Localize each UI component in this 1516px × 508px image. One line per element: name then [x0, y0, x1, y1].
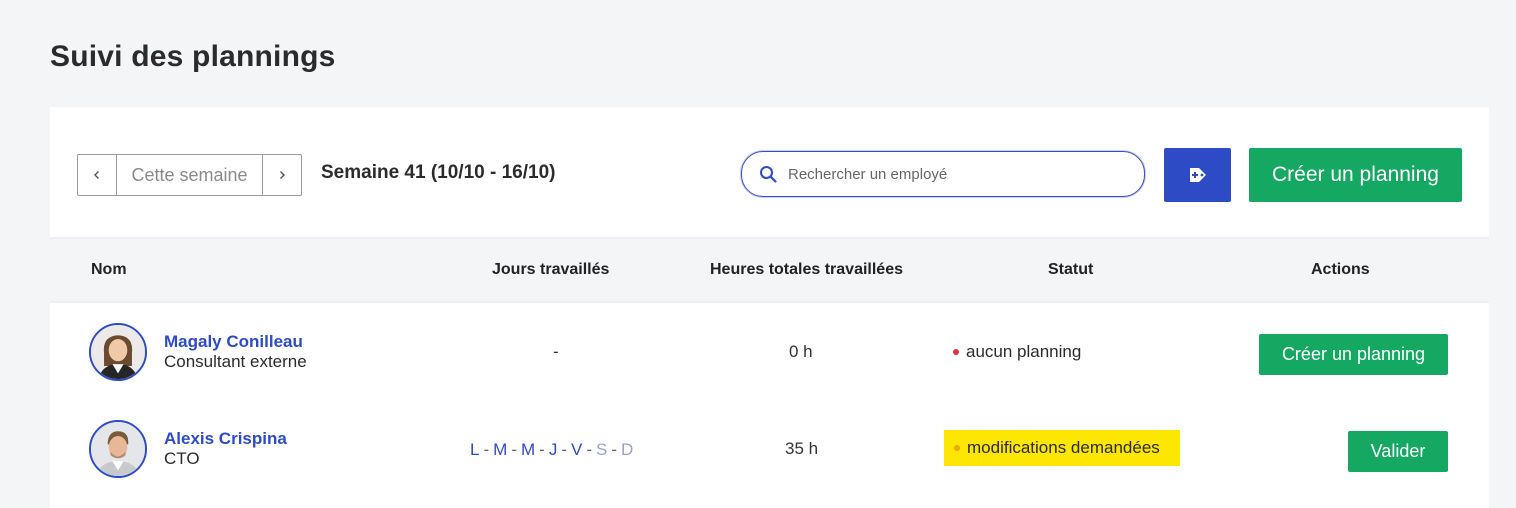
validate-button[interactable]: Valider — [1348, 431, 1448, 472]
day-letter: M — [520, 440, 536, 459]
status-label: aucun planning — [966, 342, 1082, 361]
column-header-hours[interactable]: Heures totales travaillées — [710, 239, 903, 301]
worked-days: L-M-M-J-V-S-D — [470, 440, 633, 460]
chevron-left-icon — [94, 171, 99, 179]
avatar[interactable] — [89, 420, 147, 478]
total-hours: 35 h — [785, 439, 819, 458]
planning-card: Cette semaine Semaine 41 (10/10 - 16/10)… — [50, 107, 1489, 508]
day-separator: - — [561, 440, 567, 459]
page-title: Suivi des plannings — [50, 40, 336, 73]
column-header-status[interactable]: Statut — [1048, 239, 1093, 301]
table-row: Alexis Crispina CTO L-M-M-J-V-S-D 35 h m… — [50, 401, 1489, 499]
column-header-name[interactable]: Nom — [91, 239, 127, 301]
day-letter: L — [470, 440, 480, 459]
employee-search[interactable] — [741, 151, 1145, 197]
day-letter: M — [493, 440, 508, 459]
employee-name[interactable]: Alexis Crispina — [164, 429, 287, 449]
avatar-photo-icon — [91, 325, 145, 379]
table-row: Magaly Conilleau Consultant externe - 0 … — [50, 304, 1489, 402]
employee-role: CTO — [164, 449, 200, 468]
day-separator: - — [483, 440, 490, 459]
employee-role: Consultant externe — [164, 352, 307, 371]
employee-name[interactable]: Magaly Conilleau — [164, 332, 303, 352]
day-separator: - — [586, 440, 593, 459]
status-dot — [954, 445, 960, 451]
day-letter: D — [621, 440, 634, 459]
week-label: Semaine 41 (10/10 - 16/10) — [321, 162, 556, 183]
day-separator: - — [539, 440, 545, 459]
avatar[interactable] — [89, 323, 147, 381]
day-separator: - — [511, 440, 517, 459]
status-label: modifications demandées — [967, 438, 1160, 457]
table-header: Nom Jours travaillés Heures totales trav… — [50, 237, 1489, 303]
search-icon — [760, 166, 777, 183]
status-dot — [953, 349, 959, 355]
chevron-right-icon — [280, 171, 285, 179]
tag-plus-button[interactable] — [1164, 148, 1231, 202]
previous-week-button[interactable] — [78, 155, 116, 195]
current-week-button[interactable]: Cette semaine — [116, 155, 263, 195]
column-header-actions: Actions — [1311, 261, 1370, 278]
column-header-days[interactable]: Jours travaillés — [492, 239, 609, 301]
total-hours: 0 h — [789, 342, 813, 361]
search-input[interactable] — [786, 164, 1120, 184]
day-letter: J — [548, 440, 558, 459]
tag-plus-icon — [1189, 168, 1206, 182]
create-planning-row-button[interactable]: Créer un planning — [1259, 334, 1448, 375]
status-badge: aucun planning — [953, 342, 1081, 362]
worked-days: - — [553, 342, 559, 361]
day-letter: S — [596, 440, 608, 459]
day-letter: V — [571, 440, 583, 459]
status-badge: modifications demandées — [944, 430, 1180, 466]
next-week-button[interactable] — [263, 155, 301, 195]
avatar-photo-icon — [91, 422, 145, 476]
week-navigator: Cette semaine — [77, 154, 302, 196]
day-separator: - — [611, 440, 618, 459]
create-planning-button[interactable]: Créer un planning — [1249, 148, 1462, 202]
